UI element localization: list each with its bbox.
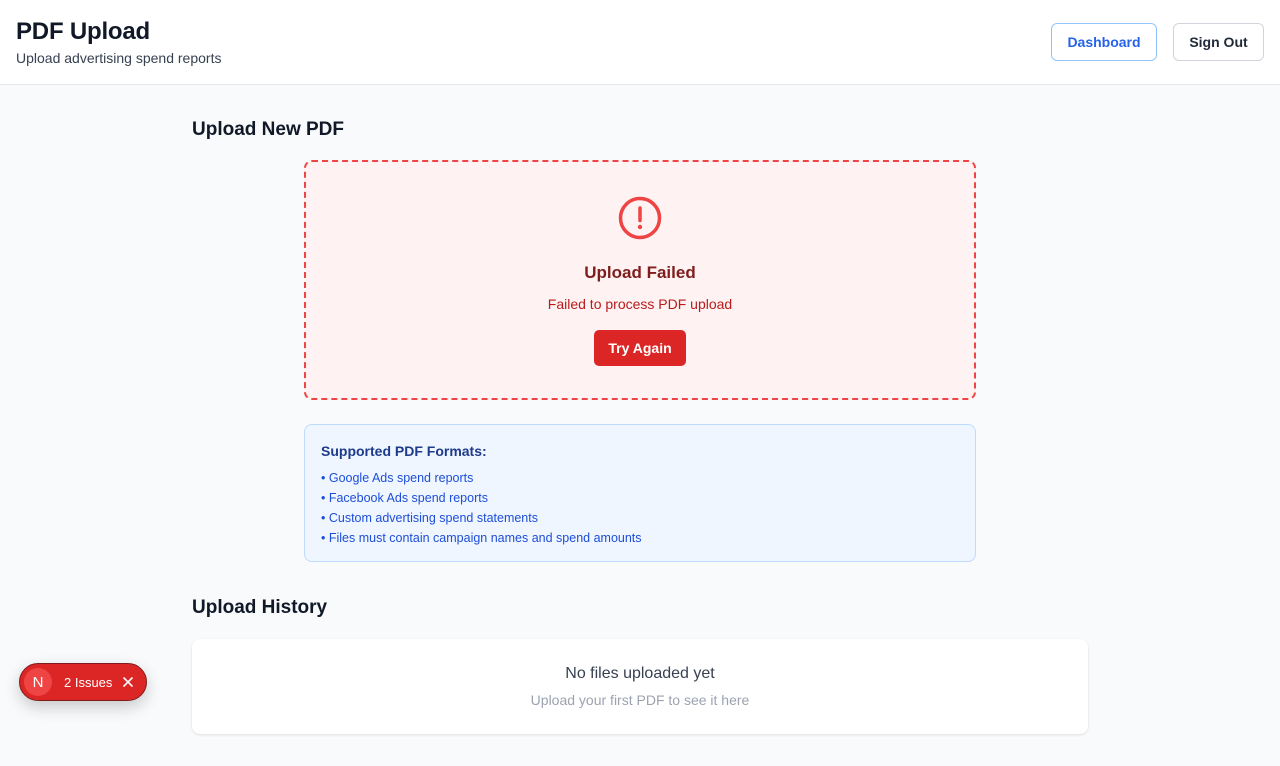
list-item: • Custom advertising spend statements bbox=[321, 511, 538, 525]
nextjs-logo-icon[interactable]: N bbox=[24, 668, 52, 696]
dev-issues-badge[interactable]: N 2 Issues bbox=[19, 663, 147, 701]
supported-formats-panel: Supported PDF Formats: • Google Ads spen… bbox=[304, 424, 976, 562]
sign-out-button[interactable]: Sign Out bbox=[1173, 23, 1264, 61]
supported-formats-title: Supported PDF Formats: bbox=[321, 443, 487, 459]
app-header: PDF Upload Upload advertising spend repo… bbox=[0, 0, 1280, 85]
try-again-button[interactable]: Try Again bbox=[594, 330, 686, 366]
close-icon[interactable] bbox=[122, 676, 134, 688]
upload-section-title: Upload New PDF bbox=[192, 119, 345, 140]
issues-count-label[interactable]: 2 Issues bbox=[64, 675, 112, 690]
list-item: • Facebook Ads spend reports bbox=[321, 491, 488, 505]
list-item: • Files must contain campaign names and … bbox=[321, 531, 642, 545]
supported-formats-list: • Google Ads spend reports • Facebook Ad… bbox=[321, 470, 642, 550]
alert-circle-icon bbox=[618, 196, 662, 240]
empty-state-hint: Upload your first PDF to see it here bbox=[530, 692, 750, 708]
page-subtitle: Upload advertising spend reports bbox=[16, 50, 222, 66]
page-title: PDF Upload bbox=[16, 18, 150, 45]
upload-status-title: Upload Failed bbox=[584, 263, 696, 282]
upload-error-message: Failed to process PDF upload bbox=[547, 296, 733, 312]
empty-state-title: No files uploaded yet bbox=[565, 665, 715, 682]
dashboard-button[interactable]: Dashboard bbox=[1051, 23, 1157, 61]
upload-history-card: No files uploaded yet Upload your first … bbox=[192, 639, 1088, 734]
list-item: • Google Ads spend reports bbox=[321, 471, 474, 485]
upload-dropzone[interactable]: Upload Failed Failed to process PDF uplo… bbox=[304, 160, 976, 400]
history-section-title: Upload History bbox=[192, 597, 328, 618]
